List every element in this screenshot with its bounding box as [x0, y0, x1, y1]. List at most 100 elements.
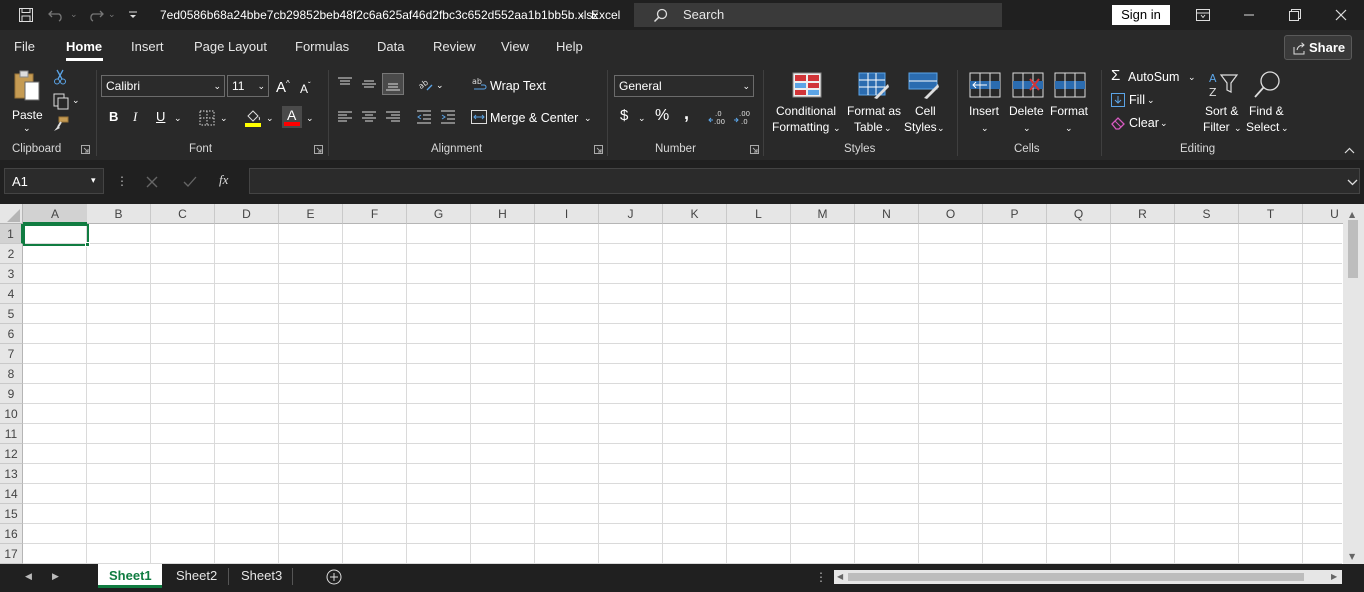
- copy-dropdown-icon[interactable]: ⌄: [72, 94, 80, 108]
- tab-view[interactable]: View: [501, 39, 529, 54]
- row-header-16[interactable]: 16: [0, 524, 23, 544]
- sheet-bar-options-icon[interactable]: ⋮: [815, 570, 827, 584]
- cell-styles-button[interactable]: Cell Styles ⌄: [902, 70, 948, 138]
- tab-help[interactable]: Help: [556, 39, 583, 54]
- column-header-k[interactable]: K: [663, 204, 727, 224]
- delete-cells-button[interactable]: Delete ⌄: [1008, 70, 1048, 138]
- enter-entry-icon[interactable]: [182, 174, 198, 190]
- column-header-e[interactable]: E: [279, 204, 343, 224]
- cancel-entry-icon[interactable]: [144, 174, 160, 190]
- column-header-s[interactable]: S: [1175, 204, 1239, 224]
- column-header-g[interactable]: G: [407, 204, 471, 224]
- decrease-decimal-icon[interactable]: .00.0: [733, 108, 753, 126]
- fill-color-dropdown-icon[interactable]: ⌄: [266, 112, 274, 126]
- copy-icon[interactable]: [52, 92, 70, 110]
- currency-button[interactable]: $: [620, 108, 628, 123]
- redo-icon[interactable]: [86, 6, 106, 24]
- collapse-ribbon-icon[interactable]: [1342, 144, 1356, 156]
- column-header-n[interactable]: N: [855, 204, 919, 224]
- cells-area[interactable]: [23, 224, 1342, 564]
- row-header-2[interactable]: 2: [0, 244, 23, 264]
- orientation-icon[interactable]: ab: [416, 75, 434, 93]
- underline-dropdown-icon[interactable]: ⌄: [174, 112, 182, 126]
- fill-button[interactable]: Fill: [1129, 93, 1145, 107]
- grow-font-button[interactable]: A^: [276, 77, 290, 95]
- conditional-formatting-button[interactable]: Conditional Formatting ⌄: [770, 70, 842, 138]
- column-header-h[interactable]: H: [471, 204, 535, 224]
- row-header-8[interactable]: 8: [0, 364, 23, 384]
- fill-color-icon[interactable]: [244, 108, 262, 128]
- column-header-f[interactable]: F: [343, 204, 407, 224]
- column-header-t[interactable]: T: [1239, 204, 1303, 224]
- align-right-icon[interactable]: [384, 108, 402, 126]
- comma-button[interactable]: ,: [684, 104, 689, 122]
- column-header-m[interactable]: M: [791, 204, 855, 224]
- italic-button[interactable]: I: [133, 110, 137, 124]
- sort-filter-button[interactable]: AZ Sort & Filter ⌄: [1201, 70, 1245, 138]
- select-all-corner[interactable]: [0, 204, 23, 224]
- insert-cells-button[interactable]: Insert ⌄: [966, 70, 1004, 138]
- merge-center-button[interactable]: Merge & Center: [490, 111, 578, 125]
- search-box[interactable]: Search: [634, 3, 1002, 27]
- row-header-5[interactable]: 5: [0, 304, 23, 324]
- insert-function-button[interactable]: fx: [219, 173, 228, 187]
- vertical-scrollbar[interactable]: ▲ ▼: [1343, 204, 1364, 564]
- alignment-launcher-icon[interactable]: [593, 144, 603, 154]
- clear-dropdown-icon[interactable]: ⌄: [1160, 117, 1168, 131]
- row-header-3[interactable]: 3: [0, 264, 23, 284]
- fill-dropdown-icon[interactable]: ⌄: [1147, 94, 1155, 108]
- share-button[interactable]: Share: [1284, 35, 1352, 60]
- tab-insert[interactable]: Insert: [131, 39, 164, 54]
- column-header-r[interactable]: R: [1111, 204, 1175, 224]
- shrink-font-button[interactable]: Aˇ: [300, 79, 311, 96]
- column-header-j[interactable]: J: [599, 204, 663, 224]
- decrease-indent-icon[interactable]: [415, 108, 433, 126]
- new-sheet-icon[interactable]: [325, 568, 343, 586]
- formula-bar-options-icon[interactable]: ⋮: [116, 174, 128, 188]
- orientation-dropdown-icon[interactable]: ⌄: [436, 79, 444, 93]
- borders-dropdown-icon[interactable]: ⌄: [220, 112, 228, 126]
- column-header-d[interactable]: D: [215, 204, 279, 224]
- row-header-11[interactable]: 11: [0, 424, 23, 444]
- column-header-p[interactable]: P: [983, 204, 1047, 224]
- sheet-tab-sheet3[interactable]: Sheet3: [241, 569, 282, 583]
- row-header-13[interactable]: 13: [0, 464, 23, 484]
- format-as-table-button[interactable]: Format as Table ⌄: [844, 70, 904, 138]
- tab-file[interactable]: File: [14, 39, 35, 54]
- worksheet-grid[interactable]: ABCDEFGHIJKLMNOPQRSTU 1 2 3 4 5 6 7 8 9 10 11 12 13 1…: [0, 204, 1364, 564]
- underline-button[interactable]: U: [156, 110, 165, 124]
- increase-indent-icon[interactable]: [439, 108, 457, 126]
- column-header-c[interactable]: C: [151, 204, 215, 224]
- restore-icon[interactable]: [1286, 7, 1304, 23]
- minimize-icon[interactable]: [1240, 7, 1258, 23]
- undo-dropdown-icon[interactable]: ⌄: [70, 8, 78, 22]
- row-header-7[interactable]: 7: [0, 344, 23, 364]
- font-launcher-icon[interactable]: [313, 144, 323, 154]
- column-header-b[interactable]: B: [87, 204, 151, 224]
- name-box[interactable]: A1 ▾: [4, 168, 104, 194]
- bold-button[interactable]: B: [109, 110, 118, 124]
- cut-icon[interactable]: [52, 69, 68, 85]
- scroll-left-icon[interactable]: ◀: [837, 570, 843, 584]
- row-header-1[interactable]: 1: [0, 224, 23, 244]
- font-name-dropdown[interactable]: Calibri ⌄: [101, 75, 225, 97]
- font-size-dropdown[interactable]: 11 ⌄: [227, 75, 269, 97]
- redo-dropdown-icon[interactable]: ⌄: [108, 8, 116, 22]
- clear-button[interactable]: Clear: [1129, 116, 1159, 130]
- format-painter-icon[interactable]: [52, 115, 70, 133]
- selected-cell-a1[interactable]: [23, 224, 89, 246]
- tab-home[interactable]: Home: [66, 39, 102, 54]
- sheet-tab-sheet1[interactable]: Sheet1: [98, 564, 162, 588]
- tab-data[interactable]: Data: [377, 39, 404, 54]
- font-color-button[interactable]: A: [282, 106, 302, 128]
- previous-sheet-icon[interactable]: ◀: [25, 570, 32, 584]
- tab-page-layout[interactable]: Page Layout: [194, 39, 267, 54]
- merge-dropdown-icon[interactable]: ⌄: [584, 112, 592, 126]
- row-header-14[interactable]: 14: [0, 484, 23, 504]
- align-left-icon[interactable]: [336, 108, 354, 126]
- paste-button[interactable]: Paste ⌄: [8, 68, 46, 136]
- percent-button[interactable]: %: [655, 108, 669, 124]
- column-header-a[interactable]: A: [23, 204, 88, 224]
- sign-in-button[interactable]: Sign in: [1112, 5, 1170, 25]
- wrap-text-button[interactable]: Wrap Text: [490, 79, 546, 93]
